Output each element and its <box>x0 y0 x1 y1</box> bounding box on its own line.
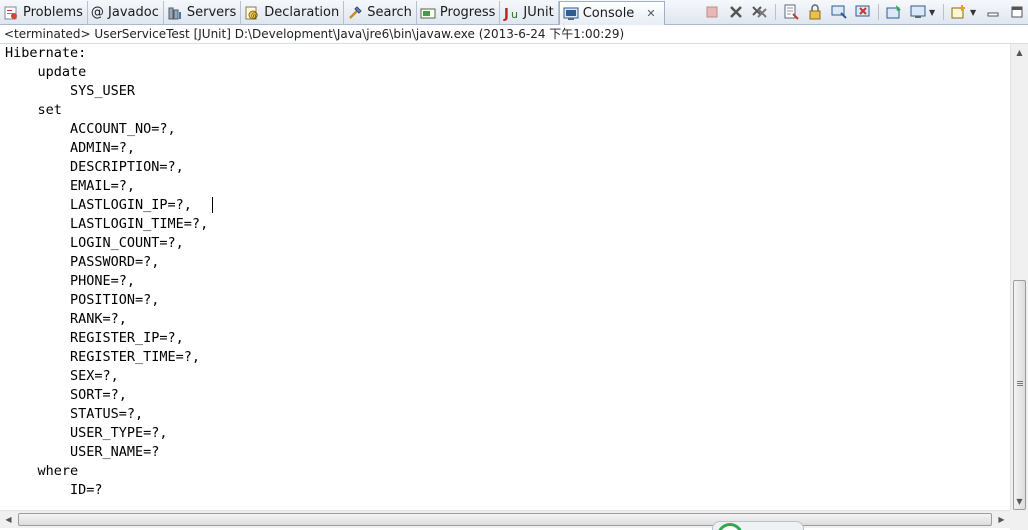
horizontal-scrollbar[interactable]: ◀ ▶ <box>0 510 1010 528</box>
scroll-up-icon[interactable]: ▲ <box>1011 44 1028 61</box>
console-line: set <box>5 102 62 118</box>
console-line: PASSWORD=?, <box>5 254 160 270</box>
console-line: SYS_USER <box>5 83 144 99</box>
console-line: RANK=?, <box>5 311 127 327</box>
console-view: Problems @ Javadoc Servers @ Declaration… <box>0 0 1028 530</box>
console-line: STATUS=?, <box>5 406 144 422</box>
scroll-lock-icon[interactable] <box>806 3 824 21</box>
tab-label: Servers <box>186 5 237 20</box>
console-line: SEX=?, <box>5 368 119 384</box>
servers-icon <box>167 5 183 21</box>
text-caret <box>212 197 213 213</box>
console-line: DESCRIPTION=?, <box>5 159 184 175</box>
scroll-down-icon[interactable]: ▼ <box>1011 493 1028 510</box>
tab-junit[interactable]: J u JUnit <box>500 1 559 24</box>
open-console-icon[interactable] <box>950 3 968 21</box>
console-line: ADMIN=?, <box>5 140 136 156</box>
console-line: ACCOUNT_NO=?, <box>5 121 176 137</box>
console-line: REGISTER_TIME=?, <box>5 349 201 365</box>
horizontal-scroll-thumb[interactable] <box>18 513 992 526</box>
floating-widget[interactable] <box>712 521 804 530</box>
junit-icon: J u <box>503 5 519 22</box>
console-icon <box>563 6 579 22</box>
minimize-view-icon[interactable] <box>984 3 1002 21</box>
view-tab-bar: Problems @ Javadoc Servers @ Declaration… <box>0 0 1028 25</box>
status-circle-icon <box>717 523 743 530</box>
tab-javadoc[interactable]: @ Javadoc <box>88 1 164 24</box>
maximize-view-icon[interactable] <box>1008 3 1026 21</box>
toolbar-separator <box>878 4 879 20</box>
terminate-icon[interactable] <box>703 3 721 21</box>
console-line: USER_NAME=? <box>5 444 168 460</box>
view-tabs: Problems @ Javadoc Servers @ Declaration… <box>0 1 665 25</box>
scroll-left-icon[interactable]: ◀ <box>0 511 17 528</box>
console-toolbar: ▼ ▼ <box>697 2 1026 22</box>
console-line: where <box>5 463 79 479</box>
tab-label: @ Javadoc <box>90 5 159 20</box>
console-line: LASTLOGIN_TIME=?, <box>5 216 209 232</box>
tab-label: Problems <box>23 5 83 20</box>
remove-all-terminated-icon[interactable] <box>751 3 769 21</box>
tab-problems[interactable]: Problems <box>0 1 88 24</box>
svg-text:J: J <box>503 7 509 21</box>
display-selected-console-icon[interactable] <box>909 3 927 21</box>
console-line: LOGIN_COUNT=?, <box>5 235 184 251</box>
pin-console-icon[interactable] <box>885 3 903 21</box>
console-line: PHONE=?, <box>5 273 136 289</box>
scrollbar-corner <box>1010 510 1028 530</box>
svg-text:u: u <box>511 8 518 21</box>
console-line: EMAIL=?, <box>5 178 136 194</box>
grip-line <box>1017 385 1023 386</box>
console-line: USER_TYPE=?, <box>5 425 168 441</box>
tab-label: JUnit <box>523 5 554 20</box>
console-line: POSITION=?, <box>5 292 160 308</box>
clear-console-icon[interactable] <box>782 3 800 21</box>
problems-icon <box>3 5 19 21</box>
tab-console[interactable]: Console ✕ <box>558 1 665 25</box>
remove-launch-icon[interactable] <box>727 3 745 21</box>
tab-label: Declaration <box>264 5 340 20</box>
console-output[interactable]: Hibernate: update SYS_USER set ACCOUNT_N… <box>0 44 1010 510</box>
tab-servers[interactable]: Servers <box>164 1 242 24</box>
tab-label: Console <box>582 6 635 21</box>
grip-line <box>1017 383 1023 384</box>
tab-declaration[interactable]: @ Declaration <box>241 1 345 24</box>
vertical-scroll-thumb[interactable] <box>1013 280 1026 510</box>
console-line: REGISTER_IP=?, <box>5 330 184 346</box>
console-line: update <box>5 64 87 80</box>
console-line: Hibernate: <box>5 45 95 61</box>
grip-line <box>1017 381 1023 382</box>
console-line: LASTLOGIN_IP=?, <box>5 197 192 213</box>
vertical-scrollbar[interactable]: ▲ ▼ <box>1010 44 1028 510</box>
toolbar-separator <box>943 4 944 20</box>
close-icon[interactable]: ✕ <box>646 7 655 20</box>
svg-text:@: @ <box>251 12 258 20</box>
chevron-down-icon[interactable]: ▼ <box>929 8 937 17</box>
declaration-icon: @ <box>244 5 260 21</box>
tab-label: Search <box>367 5 412 20</box>
launch-description: <terminated> UserServiceTest [JUnit] D:\… <box>0 25 1028 44</box>
console-line: SORT=?, <box>5 387 127 403</box>
scroll-right-icon[interactable]: ▶ <box>993 511 1010 528</box>
tab-progress[interactable]: Progress <box>417 1 501 24</box>
toolbar-separator <box>775 4 776 20</box>
progress-icon <box>420 5 436 21</box>
console-line: ID=? <box>5 482 103 498</box>
show-console-on-output-icon[interactable] <box>830 3 848 21</box>
search-icon <box>347 5 363 21</box>
chevron-down-icon[interactable]: ▼ <box>970 8 978 17</box>
tab-search[interactable]: Search <box>344 1 417 24</box>
show-console-on-error-icon[interactable] <box>854 3 872 21</box>
tab-label: Progress <box>439 5 496 20</box>
